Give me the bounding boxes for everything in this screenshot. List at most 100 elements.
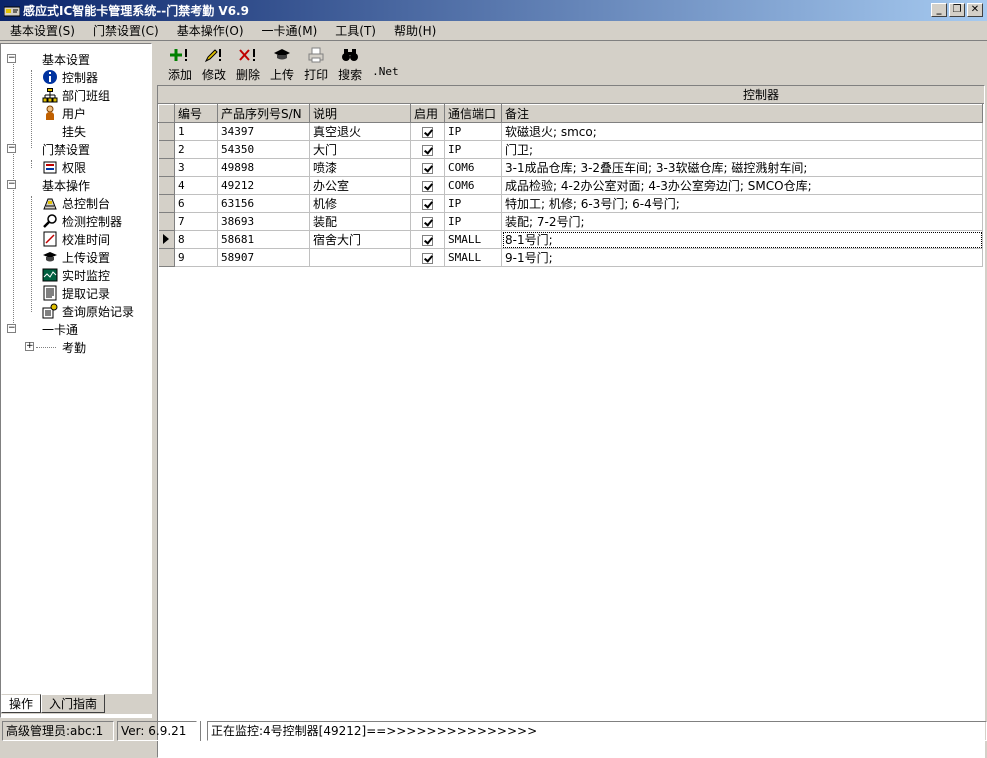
table-row[interactable]: 6 63156 机修 IP 特加工; 机修; 6-3号门; 6-4号门; [158, 194, 983, 213]
enabled-checkbox[interactable] [422, 126, 433, 138]
table-row[interactable]: 1 34397 真空退火 IP 软磁退火; smco; [158, 122, 983, 141]
column-header-description[interactable]: 说明 [309, 104, 411, 123]
row-indicator[interactable] [158, 140, 175, 159]
cell-note[interactable]: 成品检验; 4-2办公室对面; 4-3办公室旁边门; SMCO仓库; [501, 176, 983, 195]
cell-note[interactable]: 特加工; 机修; 6-3号门; 6-4号门; [501, 194, 983, 213]
row-indicator[interactable] [158, 212, 175, 231]
delete-button[interactable]: 删除 [231, 45, 265, 85]
cell-enabled[interactable] [410, 230, 445, 249]
cell-enabled[interactable] [410, 140, 445, 159]
close-button[interactable]: ✕ [967, 3, 983, 17]
cell-port[interactable]: COM6 [444, 176, 502, 195]
row-indicator[interactable] [158, 122, 175, 141]
enabled-checkbox[interactable] [422, 198, 433, 210]
cell-enabled[interactable] [410, 158, 445, 177]
cell-port[interactable]: COM6 [444, 158, 502, 177]
cell-enabled[interactable] [410, 212, 445, 231]
expand-icon[interactable]: + [25, 342, 34, 351]
collapse-icon[interactable]: − [7, 144, 16, 153]
enabled-checkbox[interactable] [422, 162, 433, 174]
cell-serial[interactable]: 38693 [217, 212, 310, 231]
menu-one-card[interactable]: 一卡通(M) [253, 22, 327, 39]
cell-enabled[interactable] [410, 122, 445, 141]
enabled-checkbox[interactable] [422, 216, 433, 228]
cell-note[interactable]: 3-1成品仓库; 3-2叠压车间; 3-3软磁仓库; 磁控溅射车间; [501, 158, 983, 177]
tree-item-console[interactable]: 总控制台 [41, 194, 110, 212]
cell-description[interactable]: 机修 [309, 194, 411, 213]
cell-note[interactable]: 8-1号门; [501, 230, 983, 249]
column-header-port[interactable]: 通信端口 [444, 104, 502, 123]
cell-description[interactable]: 办公室 [309, 176, 411, 195]
enabled-checkbox[interactable] [422, 180, 433, 192]
menu-basic-operations[interactable]: 基本操作(O) [168, 22, 253, 39]
row-indicator[interactable] [158, 194, 175, 213]
cell-serial[interactable]: 49898 [217, 158, 310, 177]
cell-serial[interactable]: 63156 [217, 194, 310, 213]
cell-enabled[interactable] [410, 176, 445, 195]
cell-id[interactable]: 1 [174, 122, 218, 141]
row-indicator[interactable] [158, 176, 175, 195]
row-indicator[interactable] [158, 230, 175, 249]
cell-serial[interactable]: 58681 [217, 230, 310, 249]
cell-description[interactable]: 真空退火 [309, 122, 411, 141]
tab-operations[interactable]: 操作 [1, 694, 42, 713]
cell-port[interactable]: SMALL [444, 230, 502, 249]
row-indicator[interactable] [158, 158, 175, 177]
menu-tools[interactable]: 工具(T) [326, 22, 385, 39]
cell-note[interactable]: 软磁退火; smco; [501, 122, 983, 141]
tree-node-one-card[interactable]: − 一卡通 [7, 320, 78, 338]
enabled-checkbox[interactable] [422, 144, 433, 156]
cell-description[interactable]: 宿舍大门 [309, 230, 411, 249]
cell-description[interactable]: 喷漆 [309, 158, 411, 177]
tree-node-attendance[interactable]: + 考勤 [25, 338, 86, 356]
add-button[interactable]: 添加 [163, 45, 197, 85]
row-indicator[interactable] [158, 248, 175, 267]
cell-serial[interactable]: 58907 [217, 248, 310, 267]
table-row[interactable]: 7 38693 装配 IP 装配; 7-2号门; [158, 212, 983, 231]
cell-id[interactable]: 3 [174, 158, 218, 177]
tree-item-permissions[interactable]: 权限 [41, 158, 86, 176]
cell-serial[interactable]: 54350 [217, 140, 310, 159]
enabled-checkbox[interactable] [422, 234, 433, 246]
tree-node-basic-operations[interactable]: − 基本操作 [7, 176, 90, 194]
tree-item-upload-settings[interactable]: 上传设置 [41, 248, 110, 266]
table-row[interactable]: 4 49212 办公室 COM6 成品检验; 4-2办公室对面; 4-3办公室旁边门; … [158, 176, 983, 195]
column-header-note[interactable]: 备注 [501, 104, 983, 123]
restore-button[interactable]: ❐ [949, 3, 965, 17]
menu-basic-settings[interactable]: 基本设置(S) [0, 22, 84, 39]
collapse-icon[interactable]: − [7, 324, 16, 333]
column-header-enabled[interactable]: 启用 [410, 104, 445, 123]
cell-enabled[interactable] [410, 248, 445, 267]
tree-item-report-loss[interactable]: 挂失 [41, 122, 86, 140]
collapse-icon[interactable]: − [7, 54, 16, 63]
cell-description[interactable]: 大门 [309, 140, 411, 159]
tree-node-access-settings[interactable]: − 门禁设置 [7, 140, 90, 158]
tree-item-query-raw-records[interactable]: 查询原始记录 [41, 302, 134, 320]
cell-id[interactable]: 7 [174, 212, 218, 231]
cell-id[interactable]: 6 [174, 194, 218, 213]
tree-item-extract-records[interactable]: 提取记录 [41, 284, 110, 302]
cell-id[interactable]: 2 [174, 140, 218, 159]
column-header-id[interactable]: 编号 [174, 104, 218, 123]
cell-note[interactable]: 装配; 7-2号门; [501, 212, 983, 231]
cell-port[interactable]: IP [444, 122, 502, 141]
cell-port[interactable]: IP [444, 194, 502, 213]
tab-getting-started[interactable]: 入门指南 [41, 694, 106, 713]
tree-item-realtime-monitor[interactable]: 实时监控 [41, 266, 110, 284]
table-row[interactable]: 9 58907 SMALL 9-1号门; [158, 248, 983, 267]
menu-access-settings[interactable]: 门禁设置(C) [84, 22, 168, 39]
cell-id[interactable]: 8 [174, 230, 218, 249]
edit-button[interactable]: 修改 [197, 45, 231, 85]
print-button[interactable]: 打印 [299, 45, 333, 85]
table-row[interactable]: 3 49898 喷漆 COM6 3-1成品仓库; 3-2叠压车间; 3-3软磁仓库; 磁… [158, 158, 983, 177]
cell-description[interactable]: 装配 [309, 212, 411, 231]
cell-port[interactable]: SMALL [444, 248, 502, 267]
tree-item-controllers[interactable]: 控制器 [41, 68, 98, 86]
cell-enabled[interactable] [410, 194, 445, 213]
column-header-serial[interactable]: 产品序列号S/N [217, 104, 310, 123]
upload-button[interactable]: 上传 [265, 45, 299, 85]
tree-item-departments[interactable]: 部门班组 [41, 86, 110, 104]
cell-description[interactable] [309, 248, 411, 267]
enabled-checkbox[interactable] [422, 252, 433, 264]
cell-id[interactable]: 9 [174, 248, 218, 267]
